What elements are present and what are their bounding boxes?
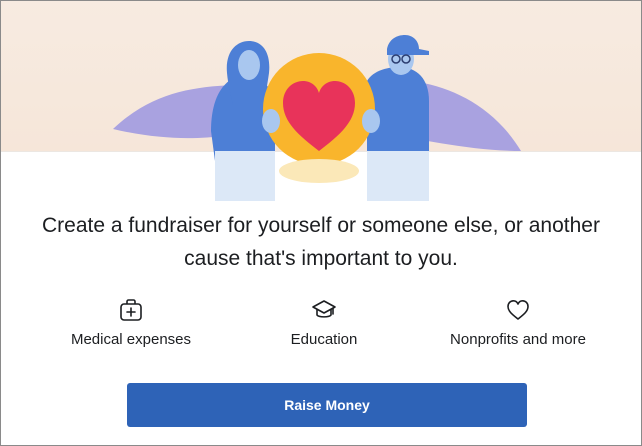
- category-label: Medical expenses: [70, 331, 192, 348]
- fundraiser-categories: Medical expenses Education Nonprofits an…: [1, 297, 641, 357]
- graduation-cap-icon: [312, 300, 336, 318]
- category-label: Education: [290, 331, 358, 348]
- circle-reflection: [279, 159, 359, 183]
- fundraiser-card: Create a fundraiser for yourself or some…: [0, 0, 642, 446]
- hero-illustration: [1, 1, 641, 201]
- category-medical-expenses[interactable]: Medical expenses: [31, 297, 231, 349]
- category-label: Nonprofits and more: [450, 331, 586, 348]
- raise-money-button[interactable]: Raise Money: [127, 383, 527, 427]
- right-figure-lower: [367, 151, 429, 201]
- left-figure-lower: [215, 151, 275, 201]
- fundraiser-illustration: [113, 35, 521, 201]
- left-figure-hand: [262, 109, 280, 133]
- category-education[interactable]: Education: [224, 297, 424, 349]
- fundraiser-headline: Create a fundraiser for yourself or some…: [42, 214, 600, 270]
- left-figure-face: [238, 50, 260, 80]
- medical-kit-icon: [120, 299, 142, 321]
- category-nonprofits[interactable]: Nonprofits and more: [418, 297, 618, 349]
- heart-outline-icon: [507, 300, 529, 320]
- right-figure-hand: [362, 109, 380, 133]
- right-figure-cap: [387, 35, 429, 55]
